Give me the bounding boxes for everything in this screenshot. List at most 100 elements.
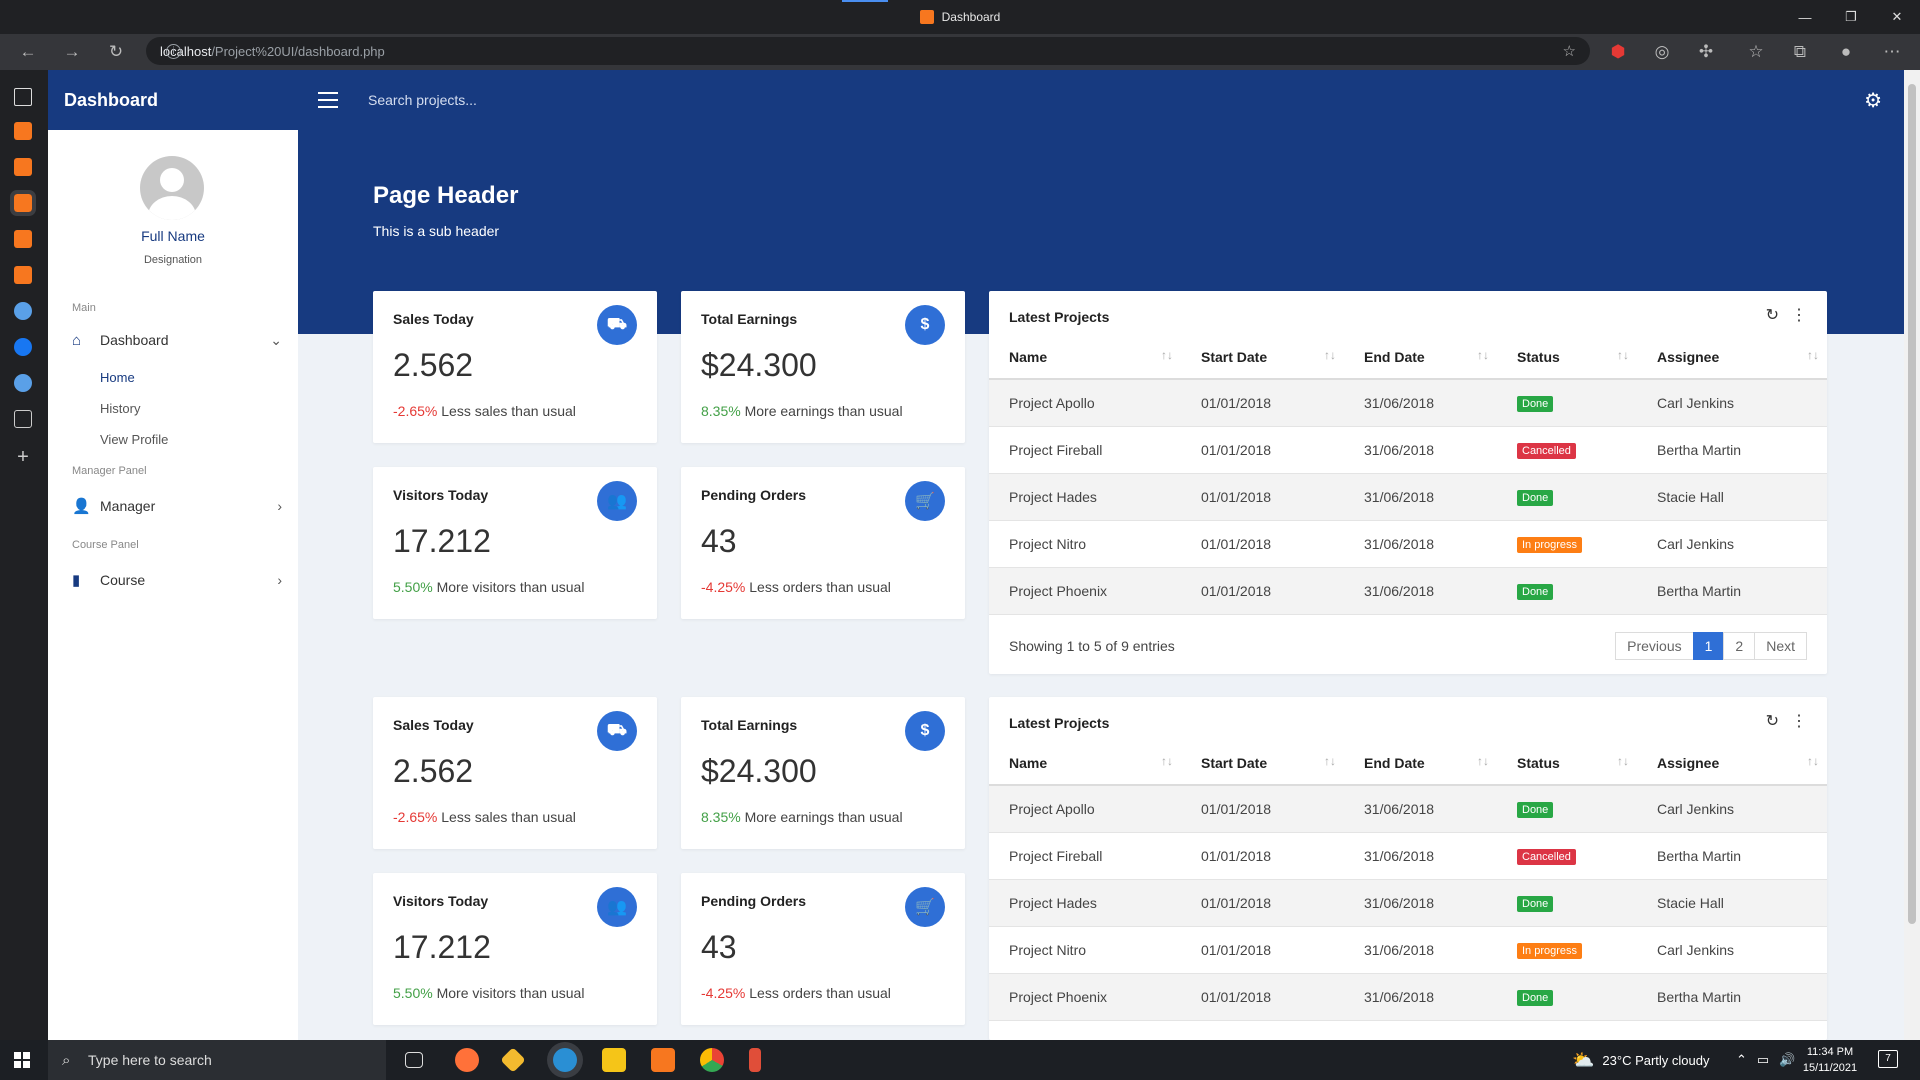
- page-button[interactable]: 1: [1692, 632, 1725, 660]
- refresh-icon[interactable]: ↻: [1766, 305, 1779, 325]
- browser-tab[interactable]: Dashboard: [0, 0, 1920, 34]
- vertical-tabs-strip: +: [0, 70, 48, 1040]
- column-header[interactable]: Name ↑↓: [989, 741, 1181, 786]
- table-row[interactable]: Project Apollo 01/01/2018 31/06/2018 Done Ca…: [989, 785, 1827, 833]
- latest-projects-card: Latest Projects ↻ ⋮ Name ↑↓ Start Date ↑↓ E…: [989, 291, 1827, 674]
- ublock-icon[interactable]: ⬢: [1604, 38, 1632, 66]
- profile-icon[interactable]: ●: [1832, 38, 1860, 66]
- minimize-icon[interactable]: —: [1782, 0, 1828, 34]
- table-row[interactable]: Project Phoenix 01/01/2018 31/06/2018 Done B…: [989, 567, 1827, 615]
- network-icon[interactable]: ▭: [1757, 1052, 1769, 1068]
- column-header[interactable]: Start Date ↑↓: [1181, 335, 1344, 380]
- table-row[interactable]: Project Phoenix 01/01/2018 31/06/2018 Done B…: [989, 973, 1827, 1021]
- favorites-icon[interactable]: ☆: [1742, 38, 1770, 66]
- close-icon[interactable]: ✕: [1874, 0, 1920, 34]
- page-button[interactable]: 2: [1723, 632, 1756, 660]
- column-header[interactable]: End Date ↑↓: [1344, 335, 1497, 380]
- extension-icon[interactable]: ◎: [1648, 38, 1676, 66]
- add-favorite-icon[interactable]: ☆: [1563, 42, 1576, 60]
- column-header[interactable]: Status ↑↓: [1497, 741, 1637, 786]
- app-icon[interactable]: [749, 1048, 761, 1072]
- site-tab-icon[interactable]: [14, 374, 32, 392]
- puzzle-icon[interactable]: ✣: [1692, 38, 1720, 66]
- forward-icon[interactable]: →: [58, 38, 86, 66]
- page-subtitle: This is a sub header: [373, 223, 500, 239]
- xampp-tab-icon[interactable]: [14, 158, 32, 176]
- windows-taskbar: ⌕ Type here to search ⛅ 23°C Partly clou…: [0, 1040, 1920, 1080]
- tab-actions-icon[interactable]: [14, 88, 32, 106]
- page-scrollbar[interactable]: [1904, 70, 1920, 1040]
- table-row[interactable]: Project Apollo 01/01/2018 31/06/2018 Done Ca…: [989, 379, 1827, 427]
- sidebar-item-manager[interactable]: 👤 Manager ›: [72, 491, 282, 521]
- column-header[interactable]: End Date ↑↓: [1344, 741, 1497, 786]
- edge-icon[interactable]: [553, 1048, 577, 1072]
- clock-date: 15/11/2021: [1802, 1062, 1858, 1074]
- volume-icon[interactable]: 🔊: [1779, 1052, 1795, 1068]
- sidebar-subitem-history[interactable]: History: [100, 401, 140, 416]
- site-info-icon[interactable]: i: [166, 43, 181, 59]
- gear-icon[interactable]: ⚙: [1864, 88, 1882, 113]
- column-header[interactable]: Name ↑↓: [989, 335, 1181, 380]
- site-tab-icon[interactable]: [14, 410, 32, 428]
- facebook-tab-icon[interactable]: [14, 338, 32, 356]
- clock[interactable]: 11:34 PM 15/11/2021: [1800, 1044, 1860, 1076]
- new-tab-icon[interactable]: +: [14, 447, 32, 467]
- xampp-icon[interactable]: [651, 1048, 675, 1072]
- xampp-favicon-icon: [919, 10, 934, 24]
- collections-icon[interactable]: ⧉: [1786, 38, 1814, 66]
- reload-icon[interactable]: ↻: [102, 38, 130, 66]
- table-row[interactable]: Project Fireball 01/01/2018 31/06/2018 Canc…: [989, 426, 1827, 474]
- task-view-icon[interactable]: [405, 1052, 423, 1068]
- table-row[interactable]: Project Hades 01/01/2018 31/06/2018 Done Sta…: [989, 879, 1827, 927]
- table-row[interactable]: Project Nitro 01/01/2018 31/06/2018 In prog…: [989, 926, 1827, 974]
- stat-card-visitors: Visitors Today 👥 17.212 5.50% More visit…: [373, 873, 657, 1025]
- more-menu-icon[interactable]: ⋯: [1878, 38, 1906, 66]
- site-tab-icon[interactable]: [14, 302, 32, 320]
- xampp-tab-icon[interactable]: [14, 122, 32, 140]
- stat-change: -2.65%: [393, 809, 438, 825]
- sidebar-item-dashboard[interactable]: ⌂ Dashboard ⌄: [72, 325, 282, 355]
- sidebar-subitem-home[interactable]: Home: [100, 370, 135, 385]
- stat-title: Sales Today: [393, 717, 474, 733]
- table-row[interactable]: Project Nitro 01/01/2018 31/06/2018 In prog…: [989, 520, 1827, 568]
- stat-card-visitors: Visitors Today 👥 17.212 5.50% More visit…: [373, 467, 657, 619]
- column-header[interactable]: Status ↑↓: [1497, 335, 1637, 380]
- previous-button[interactable]: Previous: [1615, 632, 1694, 660]
- sidebar-subitem-view-profile[interactable]: View Profile: [100, 432, 168, 447]
- next-button[interactable]: Next: [1754, 632, 1807, 660]
- xampp-tab-icon[interactable]: [10, 190, 36, 216]
- more-vertical-icon[interactable]: ⋮: [1791, 305, 1807, 325]
- taskbar-search[interactable]: ⌕ Type here to search: [48, 1040, 386, 1080]
- table-row[interactable]: Project Hades 01/01/2018 31/06/2018 Done Sta…: [989, 473, 1827, 521]
- file-explorer-icon[interactable]: [602, 1048, 626, 1072]
- stat-title: Sales Today: [393, 311, 474, 327]
- menu-toggle-icon[interactable]: [318, 92, 338, 108]
- xampp-tab-icon[interactable]: [14, 230, 32, 248]
- binance-icon[interactable]: [500, 1047, 526, 1073]
- restore-icon[interactable]: ❐: [1828, 0, 1874, 34]
- search-input[interactable]: [368, 84, 768, 116]
- scrollbar-thumb[interactable]: [1908, 84, 1916, 924]
- address-bar[interactable]: i localhost/Project%20UI/dashboard.php ☆: [146, 37, 1590, 65]
- column-header[interactable]: Assignee ↑↓: [1637, 741, 1827, 786]
- windows-start-icon[interactable]: [14, 1052, 30, 1068]
- refresh-icon[interactable]: ↻: [1766, 711, 1779, 731]
- column-header[interactable]: Assignee ↑↓: [1637, 335, 1827, 380]
- xampp-tab-icon[interactable]: [14, 266, 32, 284]
- notification-center-icon[interactable]: 7: [1878, 1050, 1898, 1068]
- more-vertical-icon[interactable]: ⋮: [1791, 711, 1807, 731]
- chevron-up-icon[interactable]: ⌃: [1736, 1052, 1747, 1068]
- home-icon: ⌂: [72, 331, 82, 349]
- top-bar: ⚙: [298, 70, 1904, 130]
- firefox-icon[interactable]: [455, 1048, 479, 1072]
- weather-widget[interactable]: ⛅ 23°C Partly cloudy: [1572, 1040, 1710, 1080]
- browser-title-bar: Dashboard — ❐ ✕: [0, 0, 1920, 34]
- chrome-icon[interactable]: [700, 1048, 724, 1072]
- sidebar-item-course[interactable]: ▮ Course ›: [72, 565, 282, 595]
- column-header[interactable]: Start Date ↑↓: [1181, 741, 1344, 786]
- sidebar-brand[interactable]: Dashboard: [48, 70, 298, 130]
- status-badge: Done: [1517, 489, 1554, 506]
- back-icon[interactable]: ←: [14, 38, 42, 66]
- status-badge: Done: [1517, 895, 1554, 912]
- table-row[interactable]: Project Fireball 01/01/2018 31/06/2018 Canc…: [989, 832, 1827, 880]
